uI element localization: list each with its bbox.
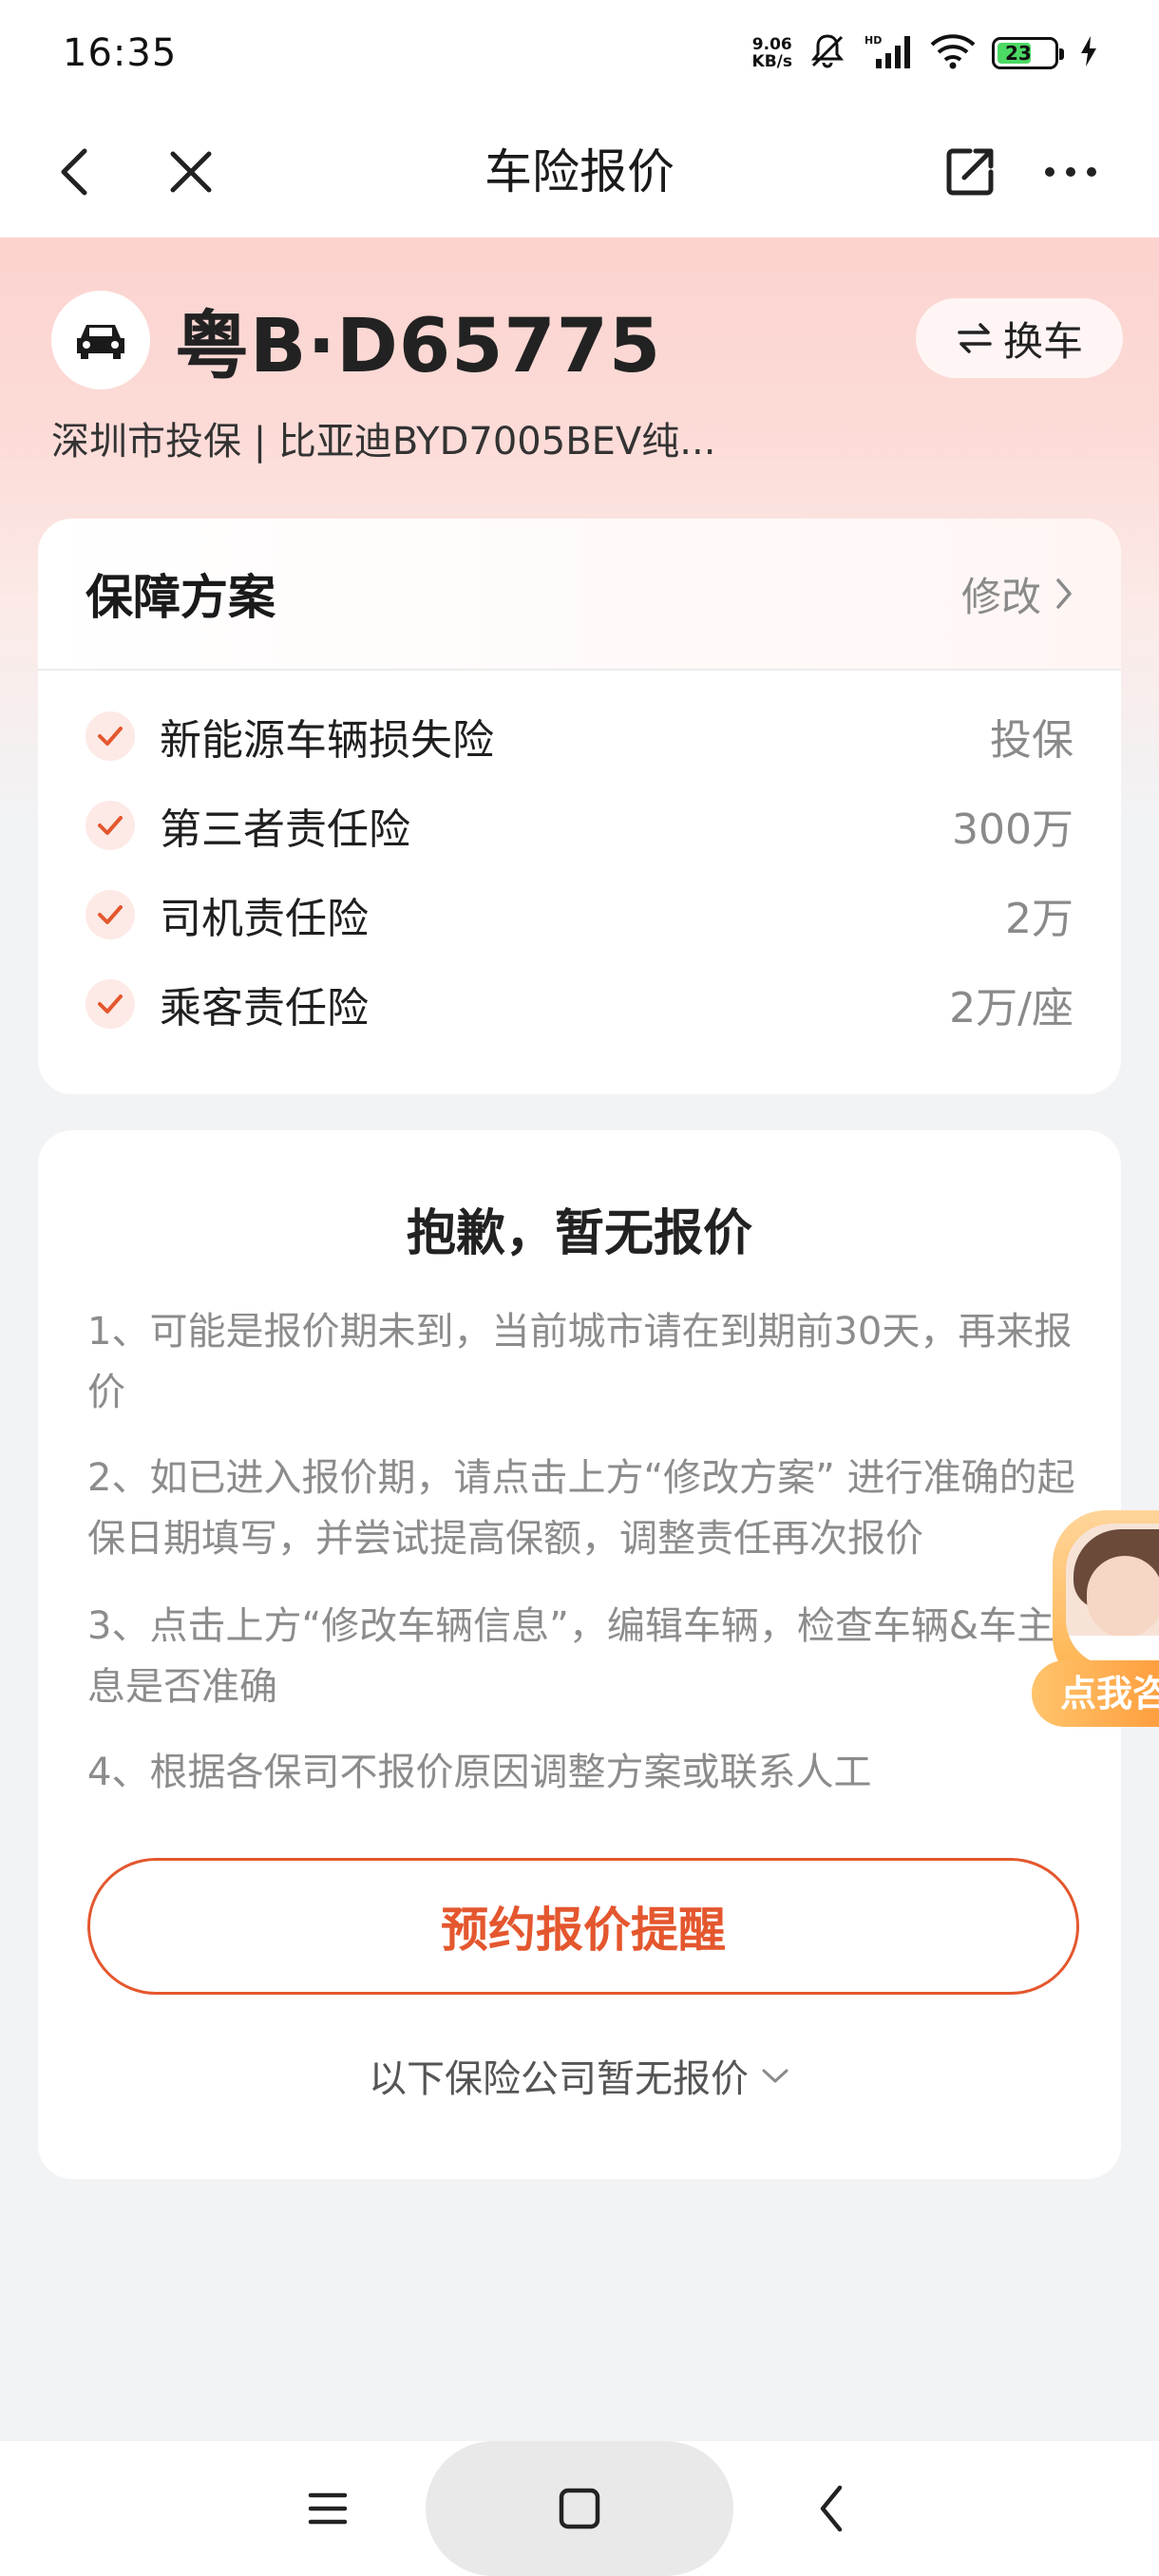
- coverage-item-left: 乘客责任险: [86, 974, 369, 1034]
- home-button[interactable]: [426, 2441, 733, 2576]
- insurers-no-quote-toggle[interactable]: 以下保险公司暂无报价: [38, 2048, 1121, 2103]
- coverage-plan-card: 保障方案 修改 新能源车辆损失险 投保 第三者责任险 300万 司机责任险 2万…: [38, 519, 1121, 1094]
- customer-service-widget[interactable]: 点我咨询: [1032, 1510, 1159, 1738]
- battery-level: 23: [998, 43, 1032, 64]
- coverage-plan-header: 保障方案 修改: [38, 519, 1121, 671]
- coverage-item: 乘客责任险 2万/座: [38, 959, 1121, 1049]
- more-button[interactable]: [1037, 139, 1104, 205]
- status-bar: 16:35 9.06 KB/s HD 23: [0, 0, 1159, 106]
- insurers-no-quote-label: 以下保险公司暂无报价: [369, 2057, 749, 2101]
- car-icon: [77, 325, 124, 359]
- vehicle-info: 深圳市投保 | 比亚迪BYD7005BEV纯...: [51, 420, 716, 464]
- mute-bell-icon: [808, 31, 847, 75]
- recent-apps-button[interactable]: [285, 2441, 370, 2576]
- tip-text: 4、根据各保司不报价原因调整方案或联系人工: [87, 1751, 872, 1794]
- coverage-name: 司机责任险: [160, 895, 369, 943]
- no-quote-card: 抱歉，暂无报价 1、可能是报价期未到，当前城市请在到期前30天，再来报价 2、如…: [38, 1130, 1121, 2179]
- change-car-label: 换车: [1002, 317, 1083, 365]
- coverage-item: 新能源车辆损失险 投保: [38, 691, 1121, 781]
- service-agent-avatar: [1066, 1524, 1159, 1666]
- coverage-item-left: 司机责任险: [86, 884, 369, 945]
- system-back-button[interactable]: [788, 2441, 874, 2576]
- license-plate: 粤B·D65775: [175, 304, 662, 389]
- no-quote-title: 抱歉，暂无报价: [406, 1205, 752, 1262]
- check-icon: [86, 711, 135, 761]
- share-button[interactable]: [937, 139, 1003, 205]
- status-icons: 9.06 KB/s HD 23: [752, 31, 1098, 75]
- check-icon: [86, 890, 135, 939]
- share-icon: [946, 148, 994, 196]
- signal-icon: HD: [863, 32, 914, 74]
- check-icon: [86, 801, 135, 850]
- car-avatar: [51, 291, 150, 389]
- quote-reminder-button[interactable]: 预约报价提醒: [87, 1858, 1079, 1995]
- edit-plan-label: 修改: [960, 573, 1041, 620]
- charging-icon: [1079, 35, 1098, 71]
- network-speed: 9.06 KB/s: [752, 36, 792, 70]
- svg-text:HD: HD: [864, 34, 882, 47]
- coverage-name: 第三者责任险: [160, 805, 410, 854]
- coverage-value: 2万/座: [949, 984, 1074, 1032]
- coverage-value: 投保: [990, 716, 1074, 765]
- coverage-name: 乘客责任险: [160, 984, 369, 1032]
- change-car-button[interactable]: 换车: [916, 298, 1123, 378]
- coverage-name: 新能源车辆损失险: [160, 716, 494, 765]
- tip-text: 2、如已进入报价期，请点击上方“修改方案” 进行准确的起保日期填写，并尝试提高保…: [87, 1456, 1075, 1561]
- chevron-right-icon: [1056, 578, 1072, 609]
- coverage-value: 300万: [952, 805, 1074, 854]
- network-speed-value: 9.06: [751, 35, 792, 54]
- edit-plan-button[interactable]: 修改: [961, 565, 1074, 623]
- service-label: 点我咨询: [1032, 1660, 1159, 1727]
- coverage-value: 2万: [1005, 895, 1074, 943]
- battery-icon: 23: [992, 37, 1064, 69]
- coverage-item: 司机责任险 2万: [38, 870, 1121, 959]
- tip-text: 1、可能是报价期未到，当前城市请在到期前30天，再来报价: [87, 1310, 1073, 1414]
- network-speed-unit: KB/s: [751, 52, 792, 71]
- back-arrow-icon: [820, 2485, 843, 2532]
- coverage-plan-title: 保障方案: [86, 570, 276, 625]
- chevron-down-icon: [762, 2069, 788, 2083]
- system-navigation-bar: [0, 2441, 1159, 2576]
- status-time: 16:35: [63, 31, 178, 75]
- coverage-item: 第三者责任险 300万: [38, 781, 1121, 870]
- coverage-list: 新能源车辆损失险 投保 第三者责任险 300万 司机责任险 2万 乘客责任险 2…: [38, 671, 1121, 1049]
- menu-icon: [308, 2492, 348, 2525]
- tip-text: 3、点击上方“修改车辆信息”，编辑车辆，检查车辆&车主信息是否准确: [87, 1604, 1093, 1709]
- coverage-item-left: 第三者责任险: [86, 795, 410, 856]
- swap-icon: [958, 323, 992, 353]
- wifi-icon: [929, 32, 977, 74]
- nav-bar: 车险报价: [0, 106, 1159, 237]
- check-icon: [86, 979, 135, 1029]
- home-square-icon: [559, 2488, 600, 2529]
- more-dots-icon: [1045, 167, 1096, 177]
- coverage-item-left: 新能源车辆损失险: [86, 706, 494, 767]
